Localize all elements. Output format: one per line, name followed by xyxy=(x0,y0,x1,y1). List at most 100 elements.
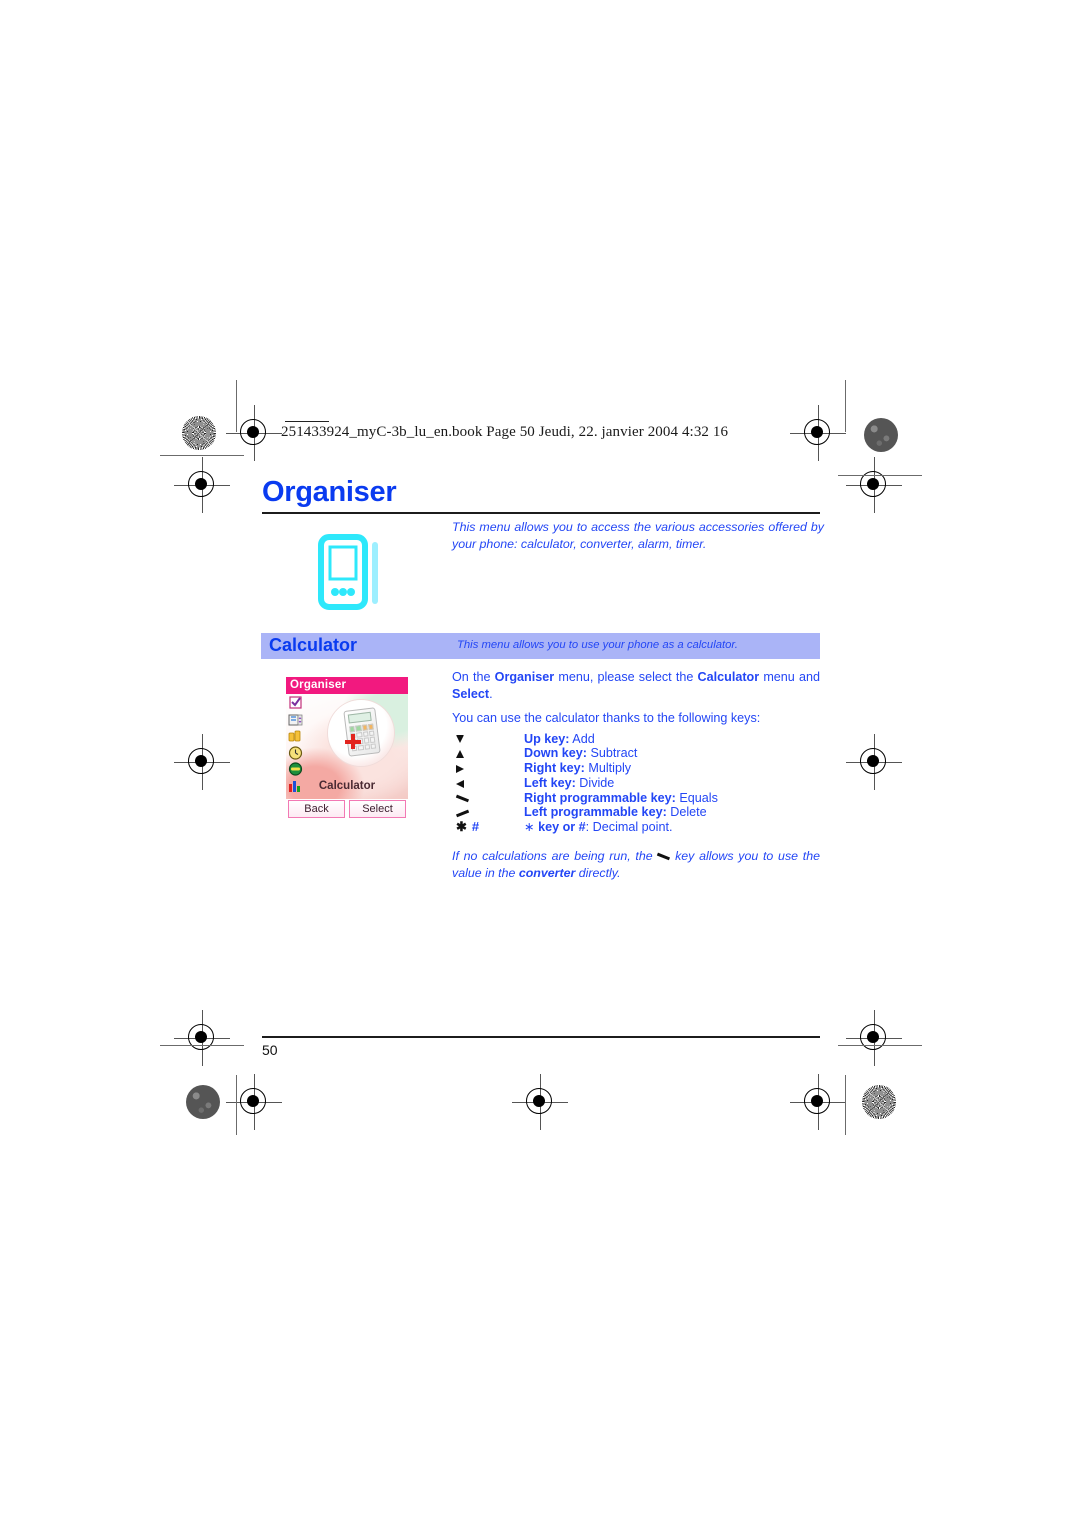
table-row: Left key: Divide xyxy=(452,776,820,791)
converter-note: If no calculations are being run, the ke… xyxy=(452,848,820,881)
title-divider xyxy=(262,512,820,514)
note-prefix: If no calculations are being run, the xyxy=(452,849,658,864)
book-file-header: 251433924_myC-3b_lu_en.book Page 50 Jeud… xyxy=(281,421,729,441)
key-label: Left key: xyxy=(524,775,576,790)
alarm-clock-icon xyxy=(288,745,303,760)
left-programmable-key-icon xyxy=(456,809,469,818)
key-label: Left programmable key: xyxy=(524,805,667,820)
key-desc-cell: Right key: Multiply xyxy=(524,761,820,776)
phone-softkey-bar: Back Select xyxy=(286,799,408,819)
registration-star-top-left xyxy=(182,416,216,450)
note-suffix: directly. xyxy=(575,865,621,880)
star-hash-key-icon: ✱ xyxy=(456,819,467,835)
up-key-icon xyxy=(456,735,464,744)
key-value: Multiply xyxy=(584,761,632,776)
down-key-icon xyxy=(456,749,464,758)
registration-star-bottom-right xyxy=(862,1085,896,1119)
key-label: key or # xyxy=(538,820,586,835)
key-label: Up key: xyxy=(524,731,570,746)
key-desc-cell: ∗ key or #: Decimal point. xyxy=(524,820,820,835)
book-file-header-text: 251433924_myC-3b_lu_en.book Page 50 Jeud… xyxy=(281,424,729,440)
phone-screen-body: Calculator xyxy=(286,694,408,799)
key-value: Equals xyxy=(675,790,718,805)
key-value: Divide xyxy=(575,775,615,790)
table-row: Up key: Add xyxy=(452,732,820,747)
intro-suffix: . xyxy=(489,686,493,701)
key-glyph-cell: ✱ # xyxy=(452,820,524,835)
softkey-back[interactable]: Back xyxy=(288,800,345,818)
softkey-select[interactable]: Select xyxy=(349,800,406,818)
converter-coins-icon xyxy=(288,729,303,743)
intro-prefix: On the xyxy=(452,670,495,684)
key-value: Delete xyxy=(666,805,707,820)
trim-line-left-vertical-top xyxy=(236,380,237,432)
trim-line-top-right-horizontal xyxy=(838,475,922,476)
intro-bold-select: Select xyxy=(452,686,490,701)
left-key-icon xyxy=(456,779,464,788)
registration-cross-right-lower xyxy=(846,1010,902,1066)
trim-line-top-left-horizontal xyxy=(160,455,244,456)
trim-line-bottom-right-horizontal xyxy=(838,1045,922,1046)
pda-organiser-icon xyxy=(318,534,384,612)
right-key-icon xyxy=(456,764,464,773)
key-glyph-cell xyxy=(452,732,524,747)
registration-cross-left-middle xyxy=(174,734,230,790)
registration-blob-top-right xyxy=(864,418,898,452)
body-column: On the Organiser menu, please select the… xyxy=(452,669,820,881)
key-glyph-cell xyxy=(452,776,524,791)
registration-cross-right-middle xyxy=(846,734,902,790)
section-title: Calculator xyxy=(269,635,358,655)
key-desc-cell: Left programmable key: Delete xyxy=(524,805,820,820)
note-bold-converter: converter xyxy=(518,865,576,880)
key-value: : Decimal point. xyxy=(585,820,673,835)
trim-line-right-vertical-bottom xyxy=(845,1075,846,1135)
intro-mid-1: menu, please select the xyxy=(554,670,698,684)
key-desc-cell: Down key: Subtract xyxy=(524,746,820,761)
right-programmable-key-icon-inline xyxy=(657,852,670,861)
registration-cross-left-lower xyxy=(174,1010,230,1066)
trim-line-right-vertical-top xyxy=(845,380,846,432)
timer-icon xyxy=(288,762,303,776)
key-desc-cell: Left key: Divide xyxy=(524,776,820,791)
table-row: Left programmable key: Delete xyxy=(452,805,820,820)
registration-cross-right-upper xyxy=(846,457,902,513)
trim-line-bottom-left-horizontal xyxy=(160,1045,244,1046)
phone-selected-item-label: Calculator xyxy=(318,780,376,792)
key-glyph-cell xyxy=(452,805,524,820)
table-row: Right key: Multiply xyxy=(452,761,820,776)
chapter-intro-text: This menu allows you to access the vario… xyxy=(452,520,824,551)
key-label: Down key: xyxy=(524,746,587,761)
trim-line-left-vertical-bottom xyxy=(236,1075,237,1135)
registration-cross-bottom-left xyxy=(226,1074,282,1130)
key-value: Subtract xyxy=(586,746,638,761)
phone-title-bar: Organiser xyxy=(286,677,408,694)
keys-lead-text: You can use the calculator thanks to the… xyxy=(452,711,761,725)
table-row: ✱ # ∗ key or #: Decimal point. xyxy=(452,820,820,835)
section-note: This menu allows you to use your phone a… xyxy=(457,639,738,651)
registration-cross-bottom-center xyxy=(512,1074,568,1130)
key-glyph-cell xyxy=(452,761,524,776)
intro-mid-2: menu and xyxy=(759,670,821,684)
tasks-icon xyxy=(288,696,303,710)
intro-bold-organiser: Organiser xyxy=(494,670,555,684)
right-programmable-key-icon xyxy=(456,794,469,803)
key-mapping-table: Up key: Add Down key: Subtract Right key… xyxy=(452,732,820,836)
key-value: Add xyxy=(569,731,595,746)
table-row: Right programmable key: Equals xyxy=(452,791,820,806)
registration-cross-top-left xyxy=(226,405,282,461)
registration-cross-top-right xyxy=(790,405,846,461)
key-label: Right programmable key: xyxy=(524,790,676,805)
registration-blob-bottom-left xyxy=(186,1085,220,1119)
key-label: Right key: xyxy=(524,761,585,776)
instruction-paragraph: On the Organiser menu, please select the… xyxy=(452,669,820,702)
key-glyph-cell xyxy=(452,746,524,761)
page-number: 50 xyxy=(262,1042,278,1058)
page-title: Organiser xyxy=(262,476,397,508)
key-prefix: ∗ xyxy=(524,820,539,835)
key-desc-cell: Right programmable key: Equals xyxy=(524,791,820,806)
notepad-icon xyxy=(288,713,303,727)
key-glyph-cell xyxy=(452,791,524,806)
phone-screenshot: Organiser Calculator Back Select xyxy=(286,677,408,821)
calculator-illustration xyxy=(328,700,394,766)
registration-cross-bottom-right xyxy=(790,1074,846,1130)
